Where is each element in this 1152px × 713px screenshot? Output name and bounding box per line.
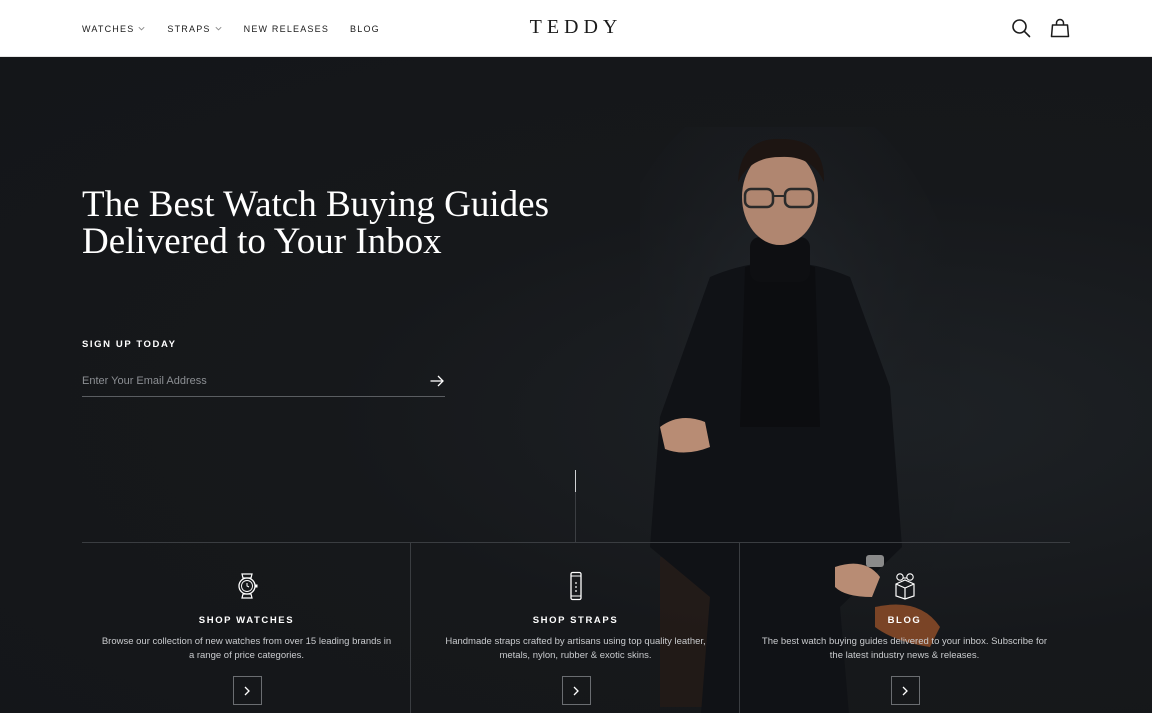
- card-shop-watches: SHOP WATCHES Browse our collection of ne…: [82, 542, 411, 713]
- nav-label: NEW RELEASES: [243, 23, 330, 34]
- card-blog: BLOG The best watch buying guides delive…: [740, 542, 1069, 713]
- chevron-right-icon: [902, 686, 908, 695]
- nav-item-new-releases[interactable]: NEW RELEASES: [244, 24, 329, 34]
- signup-label: SIGN UP TODAY: [82, 339, 177, 350]
- scroll-indicator: [575, 470, 576, 542]
- search-icon[interactable]: [1010, 17, 1032, 39]
- card-title: SHOP WATCHES: [198, 615, 295, 626]
- chevron-right-icon: [573, 686, 579, 695]
- site-logo[interactable]: TEDDY: [530, 16, 623, 38]
- email-input[interactable]: [82, 367, 412, 395]
- shopping-bag-icon[interactable]: [1049, 17, 1071, 39]
- hero-headline: The Best Watch Buying Guides Delivered t…: [82, 184, 549, 262]
- arrow-right-icon[interactable]: [429, 373, 445, 389]
- chevron-down-icon: [138, 26, 145, 31]
- card-title: BLOG: [887, 615, 922, 626]
- chevron-right-icon: [244, 686, 250, 695]
- card-shop-straps: SHOP STRAPS Handmade straps crafted by a…: [411, 542, 740, 713]
- blog-button[interactable]: [890, 676, 920, 705]
- nav-item-watches[interactable]: WATCHES: [82, 24, 146, 34]
- site-header: WATCHES STRAPS NEW RELEASES BLOG TEDDY: [0, 0, 1152, 57]
- card-title: SHOP STRAPS: [532, 615, 619, 626]
- chevron-down-icon: [215, 26, 222, 31]
- card-text: The best watch buying guides delivered t…: [761, 636, 1048, 661]
- card-text: Browse our collection of new watches fro…: [101, 636, 392, 661]
- nav-item-blog[interactable]: BLOG: [350, 24, 380, 34]
- gift-box-icon: [894, 573, 915, 600]
- hero-section: The Best Watch Buying Guides Delivered t…: [0, 57, 1152, 713]
- strap-icon: [569, 571, 582, 601]
- shop-straps-button[interactable]: [561, 676, 591, 705]
- shop-watches-button[interactable]: [232, 676, 262, 705]
- nav-label: BLOG: [350, 23, 380, 34]
- watch-icon: [237, 573, 257, 599]
- nav-item-straps[interactable]: STRAPS: [167, 24, 222, 34]
- nav-label: WATCHES: [82, 23, 135, 34]
- main-nav: WATCHES STRAPS NEW RELEASES BLOG: [82, 0, 380, 57]
- nav-label: STRAPS: [167, 23, 211, 34]
- card-text: Handmade straps crafted by artisans usin…: [445, 636, 706, 661]
- email-signup-form: [82, 367, 445, 397]
